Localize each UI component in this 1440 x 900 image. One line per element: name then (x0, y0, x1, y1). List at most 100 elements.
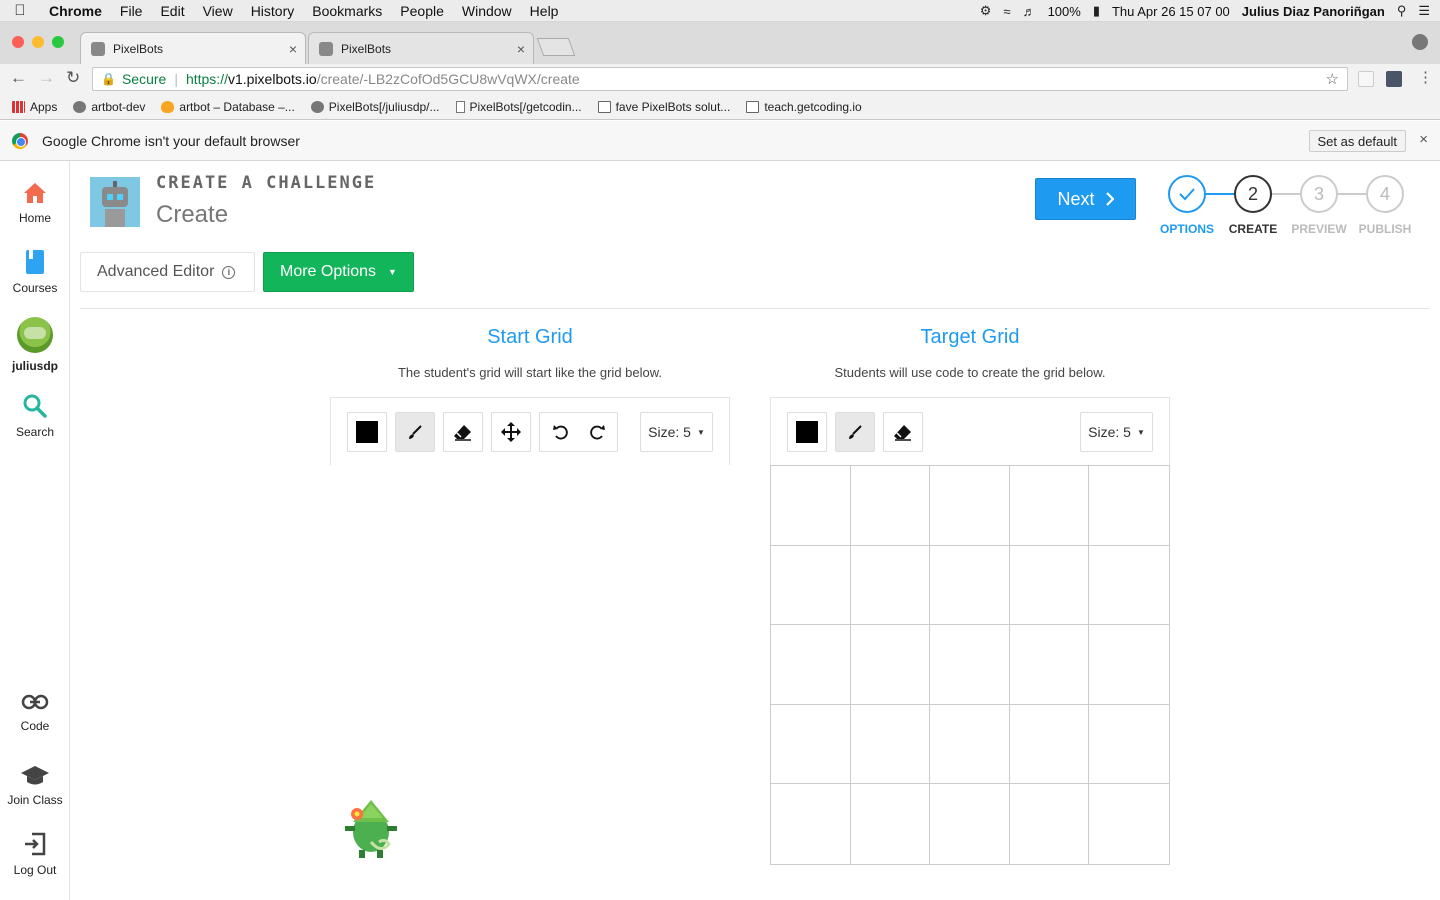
close-tab-icon[interactable]: × (289, 41, 297, 57)
grid-cell[interactable] (771, 466, 851, 546)
menu-history[interactable]: History (242, 3, 304, 19)
grid-cell[interactable] (1010, 784, 1090, 864)
bookmark-pixelbots-juliusdp[interactable]: PixelBots[/juliusdp/... (310, 100, 440, 114)
back-icon[interactable]: ← (10, 68, 27, 88)
bookmark-artbot-dev[interactable]: artbot-dev (73, 100, 145, 114)
menu-window[interactable]: Window (453, 3, 521, 19)
forward-icon[interactable]: → (38, 68, 55, 88)
step-options-circle[interactable] (1168, 175, 1206, 213)
extension-icon[interactable] (1386, 71, 1402, 87)
grid-cell[interactable] (930, 625, 1010, 705)
grid-cell[interactable] (930, 704, 1010, 785)
address-bar[interactable]: 🔒 Secure | https:// v1.pixelbots.io /cre… (92, 67, 1348, 91)
battery-icon[interactable]: ▮ (1093, 3, 1100, 19)
close-infobar-icon[interactable]: × (1419, 131, 1428, 148)
menu-view[interactable]: View (194, 3, 242, 19)
target-grid-title: Target Grid (920, 326, 1020, 348)
profile-icon[interactable] (1412, 34, 1428, 50)
grid-cell[interactable] (930, 545, 1010, 626)
grid-cell[interactable] (1089, 546, 1169, 626)
wifi-icon[interactable]: ≈ (1003, 4, 1010, 19)
grid-cell[interactable] (771, 545, 851, 626)
grid-cell[interactable] (850, 545, 931, 626)
close-tab-icon[interactable]: × (517, 41, 525, 57)
firebase-icon (161, 100, 175, 113)
grid-cell[interactable] (930, 784, 1010, 864)
grid-cell[interactable] (850, 704, 931, 785)
menu-clock[interactable]: Thu Apr 26 15 07 00 (1112, 4, 1230, 19)
extension-icon[interactable] (1358, 71, 1374, 87)
sidebar-item-home[interactable]: Home (0, 181, 70, 225)
bookmark-teach-getcoding[interactable]: teach.getcoding.io (746, 100, 862, 114)
tab-pixelbots[interactable]: PixelBots × (308, 32, 534, 64)
bookmark-apps[interactable]: Apps (12, 100, 57, 114)
color-picker-button[interactable] (347, 412, 387, 452)
sidebar-item-search[interactable]: Search (0, 393, 70, 439)
grid-cell[interactable] (1009, 704, 1090, 785)
set-as-default-button[interactable]: Set as default (1308, 130, 1406, 152)
move-tool[interactable] (491, 412, 531, 452)
paintbrush-tool[interactable] (835, 412, 875, 452)
info-icon[interactable]: i (222, 265, 236, 279)
grid-cell[interactable] (1009, 625, 1090, 705)
sidebar-item-code[interactable]: Code (0, 691, 70, 733)
volume-icon[interactable]: ♬ (1023, 4, 1036, 19)
maximize-window-button[interactable] (52, 36, 64, 48)
menu-file[interactable]: File (111, 3, 152, 19)
bookmark-star-icon[interactable]: ☆ (1326, 70, 1339, 88)
bluetooth-icon[interactable]: ⚙ (980, 3, 992, 19)
menu-help[interactable]: Help (521, 3, 568, 19)
apple-icon[interactable]:  (0, 2, 40, 19)
new-tab-button[interactable] (536, 38, 576, 56)
chameleon-bot-icon[interactable] (341, 792, 401, 858)
grid-cell[interactable] (930, 466, 1010, 546)
sidebar-item-profile[interactable]: juliusdp (0, 317, 70, 373)
eraser-tool[interactable] (443, 412, 483, 452)
apps-grid-icon (12, 100, 25, 113)
sidebar-item-join-class[interactable]: Join Class (0, 763, 70, 807)
next-button[interactable]: Next (1035, 178, 1136, 220)
paintbrush-tool[interactable] (395, 412, 435, 452)
menu-user[interactable]: Julius Diaz Panoriñgan (1242, 4, 1385, 19)
tab-pixelbots-active[interactable]: PixelBots × (80, 32, 306, 64)
bookmark-label: Apps (30, 99, 58, 114)
menu-people[interactable]: People (391, 3, 453, 19)
rotate-ccw-icon[interactable] (551, 422, 571, 442)
rotate-cw-icon[interactable] (587, 422, 607, 442)
advanced-editor-button[interactable]: Advanced Editor i (80, 252, 255, 292)
close-window-button[interactable] (12, 36, 24, 48)
grid-cell[interactable] (771, 784, 851, 864)
spotlight-icon[interactable]: ⚲ (1397, 3, 1407, 19)
start-grid-size-dropdown[interactable]: Size: 5 ▼ (640, 412, 713, 452)
step-publish-circle[interactable]: 4 (1366, 175, 1404, 213)
bookmark-artbot-database[interactable]: artbot – Database –... (161, 100, 295, 114)
grid-cell[interactable] (1089, 466, 1169, 546)
color-picker-button[interactable] (787, 412, 827, 452)
menu-edit[interactable]: Edit (151, 3, 193, 19)
sidebar-item-log-out[interactable]: Log Out (0, 831, 70, 877)
step-preview-circle[interactable]: 3 (1300, 175, 1338, 213)
menu-app-name[interactable]: Chrome (40, 3, 111, 19)
minimize-window-button[interactable] (32, 36, 44, 48)
notification-center-icon[interactable]: ☰ (1418, 3, 1430, 19)
eraser-tool[interactable] (883, 412, 923, 452)
grid-cell[interactable] (771, 625, 851, 705)
grid-cell[interactable] (1089, 625, 1169, 705)
more-options-dropdown[interactable]: More Options ▼ (263, 252, 414, 292)
grid-cell[interactable] (1089, 705, 1169, 785)
sidebar-item-courses[interactable]: Courses (0, 249, 70, 295)
bookmark-fave-pixelbots[interactable]: fave PixelBots solut... (597, 100, 730, 114)
grid-cell[interactable] (851, 784, 931, 864)
menu-bookmarks[interactable]: Bookmarks (303, 3, 391, 19)
grid-cell[interactable] (771, 704, 851, 785)
grid-cell[interactable] (1089, 784, 1169, 864)
reload-icon[interactable]: ↻ (66, 68, 80, 88)
step-create-circle[interactable]: 2 (1234, 175, 1272, 213)
target-grid-size-dropdown[interactable]: Size: 5 ▼ (1080, 412, 1153, 452)
chrome-menu-icon[interactable]: ⋮ (1418, 68, 1433, 86)
grid-cell[interactable] (1009, 466, 1090, 546)
bookmark-pixelbots-getcoding[interactable]: PixelBots[/getcodin... (455, 100, 582, 114)
grid-cell[interactable] (850, 466, 931, 546)
grid-cell[interactable] (1009, 545, 1090, 626)
grid-cell[interactable] (850, 625, 931, 705)
